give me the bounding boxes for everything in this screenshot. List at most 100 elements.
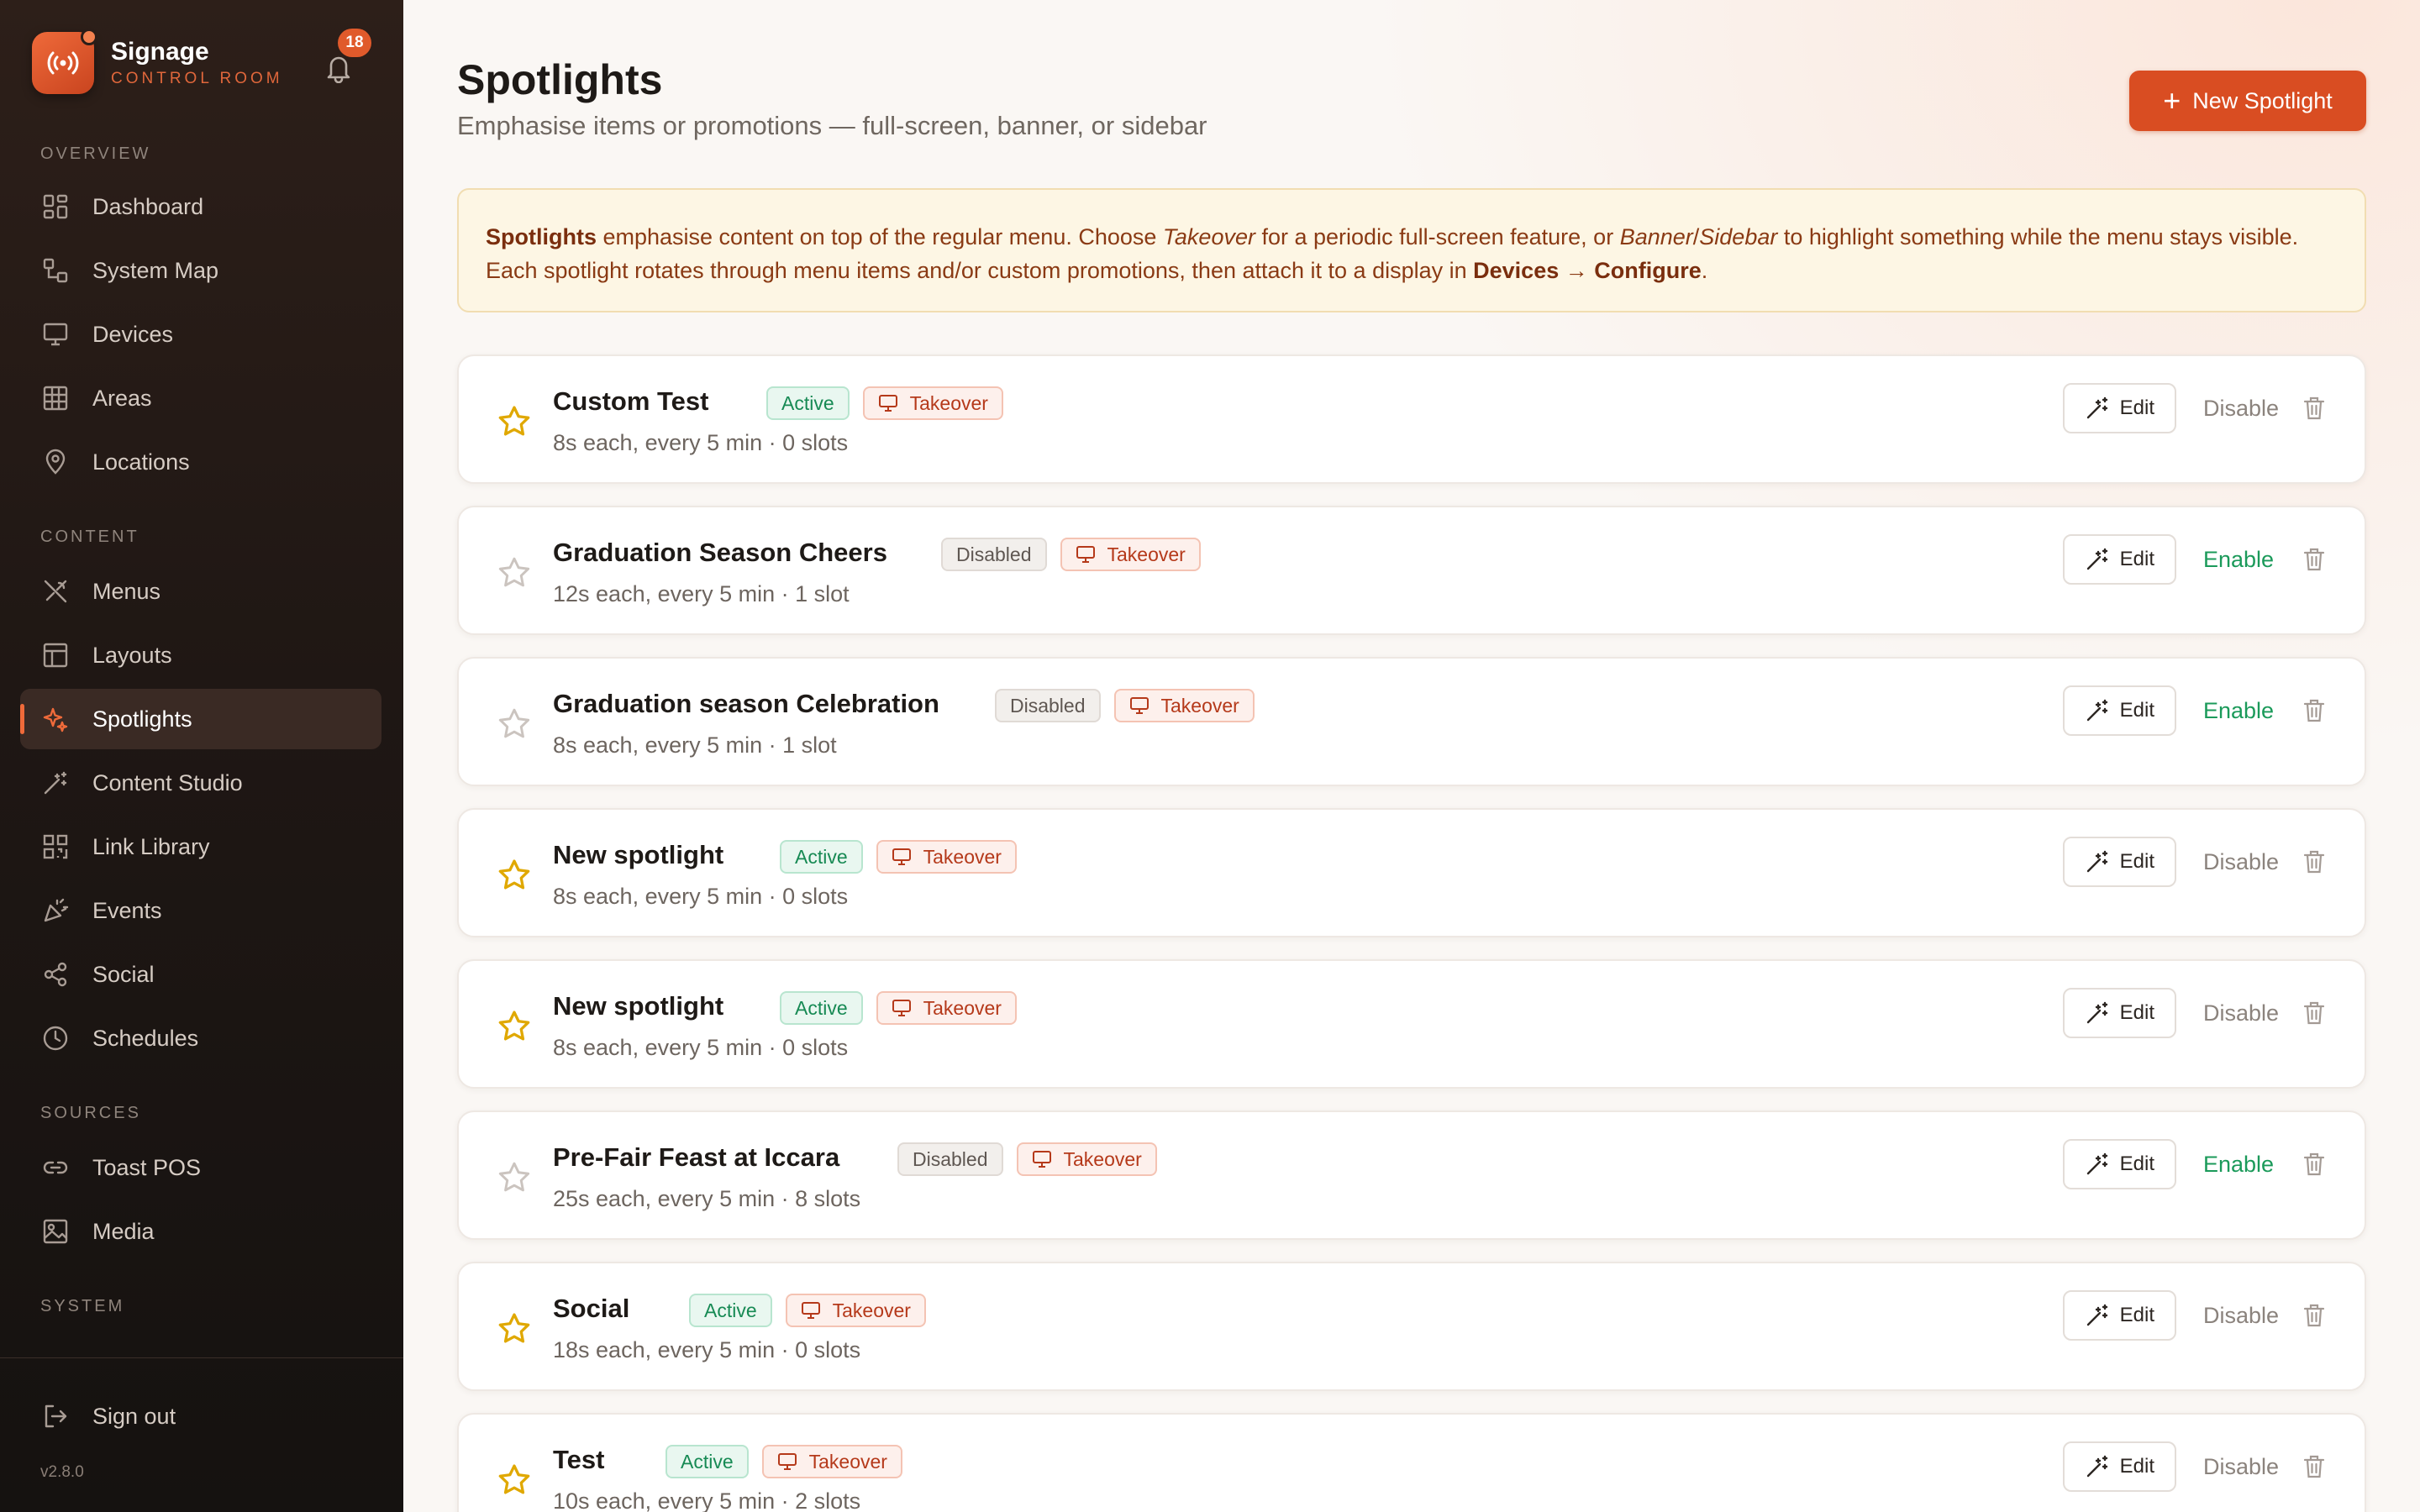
section-content: CONTENT bbox=[40, 528, 139, 546]
spotlight-name: Test bbox=[553, 1445, 605, 1474]
layout-icon bbox=[40, 640, 71, 670]
section-overview: OVERVIEW bbox=[40, 144, 151, 163]
sidebar-item-label: Media bbox=[92, 1218, 155, 1244]
sidebar-item-media[interactable]: Media bbox=[20, 1201, 381, 1262]
disable-button[interactable]: Disable bbox=[2203, 1454, 2281, 1480]
spotlight-card[interactable]: Social 18s each, every 5 min · 0 slots Act… bbox=[457, 1262, 2366, 1391]
type-badge-label: Takeover bbox=[808, 1450, 887, 1473]
spotlight-card[interactable]: Pre-Fair Feast at Iccara 25s each, every … bbox=[457, 1110, 2366, 1240]
sidebar-item-schedules[interactable]: Schedules bbox=[20, 1008, 381, 1068]
info-text: → bbox=[1559, 258, 1595, 283]
trash-icon[interactable] bbox=[2301, 1300, 2328, 1331]
trash-icon[interactable] bbox=[2301, 998, 2328, 1028]
edit-button[interactable]: Edit bbox=[2062, 534, 2176, 585]
star-icon[interactable] bbox=[496, 857, 533, 894]
trash-icon[interactable] bbox=[2301, 847, 2328, 877]
edit-button[interactable]: Edit bbox=[2062, 837, 2176, 887]
edit-button[interactable]: Edit bbox=[2062, 383, 2176, 433]
sidebar-item-label: Events bbox=[92, 897, 162, 923]
spotlight-card[interactable]: New spotlight 8s each, every 5 min · 0 sl… bbox=[457, 808, 2366, 937]
sidebar-item-spotlights[interactable]: Spotlights bbox=[20, 689, 381, 749]
spotlight-card[interactable]: Custom Test 8s each, every 5 min · 0 slot… bbox=[457, 354, 2366, 484]
qr-code-icon bbox=[40, 832, 71, 862]
new-spotlight-button[interactable]: + New Spotlight bbox=[2129, 71, 2366, 131]
brand[interactable]: Signage CONTROL ROOM bbox=[32, 29, 283, 94]
disable-button[interactable]: Disable bbox=[2203, 1303, 2281, 1329]
sidebar-item-link-library[interactable]: Link Library bbox=[20, 816, 381, 877]
edit-label: Edit bbox=[2119, 1304, 2154, 1326]
sidebar-item-menus[interactable]: Menus bbox=[20, 561, 381, 622]
sidebar-item-dashboard[interactable]: Dashboard bbox=[20, 176, 381, 237]
type-badge-label: Takeover bbox=[1107, 543, 1186, 565]
star-icon[interactable] bbox=[496, 554, 533, 591]
edit-label: Edit bbox=[2119, 699, 2154, 722]
spotlight-name: New spotlight bbox=[553, 991, 724, 1021]
sidebar-item-layouts[interactable]: Layouts bbox=[20, 625, 381, 685]
trash-icon[interactable] bbox=[2301, 1452, 2328, 1482]
spotlight-card[interactable]: Test 10s each, every 5 min · 2 slots Activ… bbox=[457, 1413, 2366, 1512]
monitor-icon bbox=[892, 999, 912, 1017]
spotlight-card[interactable]: Graduation Season Cheers 12s each, every … bbox=[457, 506, 2366, 635]
star-icon[interactable] bbox=[496, 1462, 533, 1499]
edit-button[interactable]: Edit bbox=[2062, 988, 2176, 1038]
star-icon[interactable] bbox=[496, 1008, 533, 1045]
sidebar-item-label: Content Studio bbox=[92, 769, 243, 795]
enable-button[interactable]: Enable bbox=[2203, 698, 2281, 724]
utensils-icon bbox=[40, 576, 71, 606]
trash-icon[interactable] bbox=[2301, 393, 2328, 423]
sidebar-item-locations[interactable]: Locations bbox=[20, 432, 381, 492]
type-badge-label: Takeover bbox=[1160, 694, 1239, 717]
sidebar-item-content-studio[interactable]: Content Studio bbox=[20, 753, 381, 813]
sidebar-item-label: System Map bbox=[92, 257, 219, 283]
edit-button[interactable]: Edit bbox=[2062, 1139, 2176, 1189]
sign-out-button[interactable]: Sign out bbox=[20, 1386, 381, 1446]
sidebar-item-system-map[interactable]: System Map bbox=[20, 240, 381, 301]
status-badge: Active bbox=[666, 1445, 749, 1478]
spotlight-meta: 18s each, every 5 min · 0 slots bbox=[553, 1337, 861, 1362]
disable-button[interactable]: Disable bbox=[2203, 849, 2281, 875]
trash-icon[interactable] bbox=[2301, 1149, 2328, 1179]
spotlight-meta: 8s each, every 5 min · 1 slot bbox=[553, 732, 837, 758]
spotlight-meta: 10s each, every 5 min · 2 slots bbox=[553, 1488, 861, 1512]
version-label: v2.8.0 bbox=[40, 1463, 84, 1481]
edit-button[interactable]: Edit bbox=[2062, 1290, 2176, 1341]
star-icon[interactable] bbox=[496, 403, 533, 440]
edit-label: Edit bbox=[2119, 1001, 2154, 1024]
edit-button[interactable]: Edit bbox=[2062, 1441, 2176, 1492]
sidebar-item-toast-pos[interactable]: Toast POS bbox=[20, 1137, 381, 1198]
spotlight-card[interactable]: Graduation season Celebration 8s each, ev… bbox=[457, 657, 2366, 786]
edit-button[interactable]: Edit bbox=[2062, 685, 2176, 736]
magic-wand-icon bbox=[2085, 698, 2110, 723]
disable-button[interactable]: Disable bbox=[2203, 396, 2281, 422]
status-badge: Active bbox=[689, 1294, 772, 1327]
magic-wand-icon bbox=[2085, 1000, 2110, 1026]
status-badge: Disabled bbox=[897, 1142, 1003, 1176]
trash-icon[interactable] bbox=[2301, 696, 2328, 726]
type-badge-label: Takeover bbox=[923, 845, 1002, 868]
grid-icon bbox=[40, 383, 71, 413]
info-text: . bbox=[1701, 258, 1708, 283]
edit-label: Edit bbox=[2119, 548, 2154, 570]
monitor-icon bbox=[892, 848, 912, 866]
disable-button[interactable]: Disable bbox=[2203, 1000, 2281, 1026]
star-icon[interactable] bbox=[496, 1159, 533, 1196]
spotlight-card[interactable]: New spotlight 8s each, every 5 min · 0 sl… bbox=[457, 959, 2366, 1089]
sidebar-item-devices[interactable]: Devices bbox=[20, 304, 381, 365]
trash-icon[interactable] bbox=[2301, 544, 2328, 575]
notification-badge: 18 bbox=[338, 29, 371, 57]
sidebar-item-label: Dashboard bbox=[92, 193, 204, 219]
enable-button[interactable]: Enable bbox=[2203, 1152, 2281, 1178]
dashboard-icon bbox=[40, 192, 71, 222]
sidebar-item-social[interactable]: Social bbox=[20, 944, 381, 1005]
sidebar-item-areas[interactable]: Areas bbox=[20, 368, 381, 428]
sidebar-item-label: Social bbox=[92, 961, 155, 987]
sidebar-item-events[interactable]: Events bbox=[20, 880, 381, 941]
section-system: SYSTEM bbox=[40, 1297, 125, 1315]
info-callout: Spotlights emphasise content on top of t… bbox=[457, 188, 2366, 312]
star-icon[interactable] bbox=[496, 1310, 533, 1347]
spotlight-meta: 25s each, every 5 min · 8 slots bbox=[553, 1186, 861, 1211]
star-icon[interactable] bbox=[496, 706, 533, 743]
sidebar-item-label: Spotlights bbox=[92, 706, 192, 732]
enable-button[interactable]: Enable bbox=[2203, 547, 2281, 573]
status-badge: Disabled bbox=[941, 538, 1047, 571]
